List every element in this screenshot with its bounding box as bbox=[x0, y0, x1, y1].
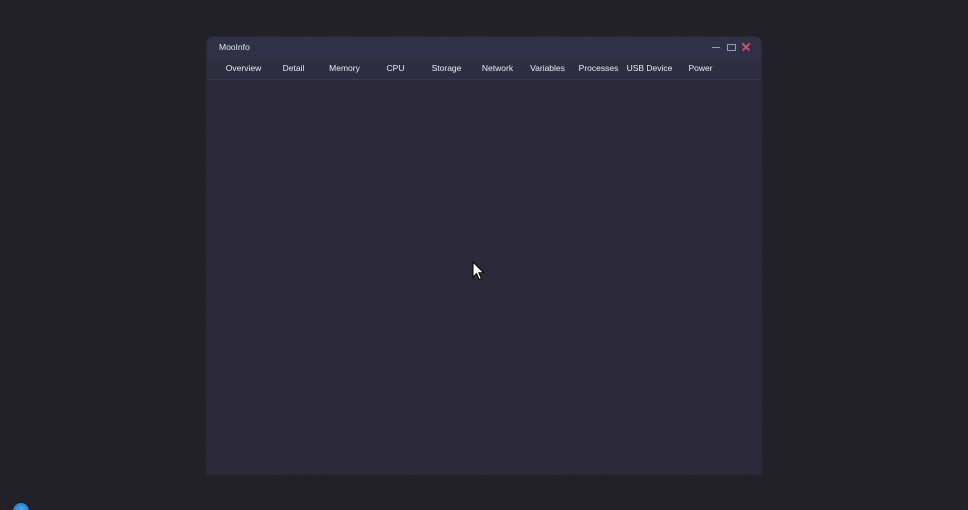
minimize-icon[interactable] bbox=[711, 42, 721, 52]
tab-variables[interactable]: Variables bbox=[522, 63, 573, 73]
tab-memory[interactable]: Memory bbox=[319, 63, 370, 73]
tab-storage[interactable]: Storage bbox=[421, 63, 472, 73]
tab-processes[interactable]: Processes bbox=[573, 63, 624, 73]
app-taskbar-icon[interactable] bbox=[13, 503, 29, 510]
tab-bar: Overview Detail Memory CPU Storage Netwo… bbox=[207, 59, 761, 80]
title-bar[interactable]: MooInfo bbox=[207, 37, 761, 59]
tab-usb-device[interactable]: USB Device bbox=[624, 63, 675, 73]
tab-network[interactable]: Network bbox=[472, 63, 523, 73]
tab-cpu[interactable]: CPU bbox=[370, 63, 421, 73]
maximize-icon[interactable] bbox=[726, 42, 736, 52]
tab-power[interactable]: Power bbox=[675, 63, 726, 73]
desktop: MooInfo Overview Detail Memory CPU Stora… bbox=[0, 0, 968, 510]
close-icon[interactable] bbox=[741, 42, 751, 52]
window-controls bbox=[711, 42, 751, 52]
tab-detail[interactable]: Detail bbox=[268, 63, 319, 73]
mouse-cursor-icon bbox=[472, 261, 485, 281]
window-title: MooInfo bbox=[219, 42, 250, 52]
app-window: MooInfo Overview Detail Memory CPU Stora… bbox=[207, 37, 761, 474]
tab-overview[interactable]: Overview bbox=[218, 63, 269, 73]
